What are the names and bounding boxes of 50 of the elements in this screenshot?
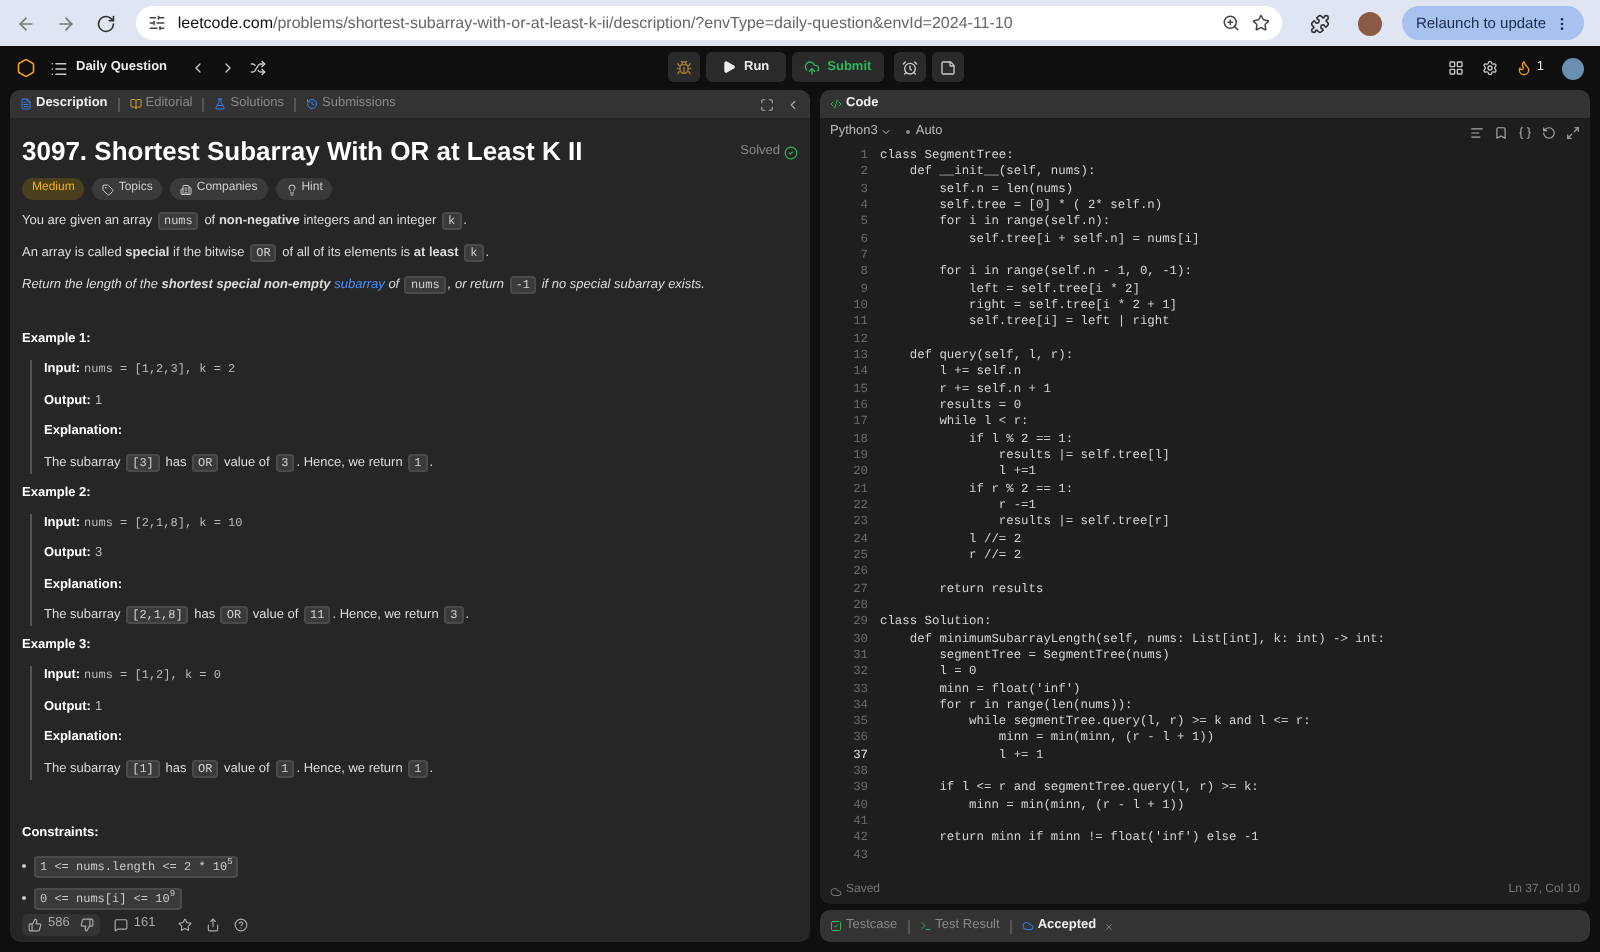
tab-icon (830, 920, 842, 932)
extensions-icon[interactable] (1310, 13, 1330, 33)
tab-icon (20, 98, 32, 110)
expand-icon[interactable] (1566, 125, 1580, 139)
bookmark-star-icon[interactable] (1252, 14, 1271, 32)
url-text: leetcode.com/problems/shortest-subarray-with-or-at-least-k-ii/description/?envType=daily-question&envId=2024-11-10 (177, 11, 1015, 35)
code-icon (830, 98, 842, 110)
braces-icon[interactable] (1518, 125, 1532, 139)
user-avatar[interactable] (1562, 57, 1584, 79)
alarm-icon (901, 59, 918, 75)
logo-icon[interactable] (16, 58, 36, 78)
zoom-icon[interactable] (1222, 14, 1241, 32)
profile-avatar[interactable] (1357, 11, 1382, 35)
cloud-icon (830, 885, 842, 897)
collapse-icon[interactable] (786, 97, 800, 111)
layout-icon[interactable] (1448, 60, 1465, 76)
tab-icon (1021, 920, 1034, 932)
thumbs-down-icon[interactable] (79, 917, 94, 931)
forward-icon[interactable] (55, 13, 76, 33)
debug-button[interactable] (668, 52, 700, 82)
notes-button[interactable] (931, 52, 964, 82)
bug-icon (676, 59, 692, 75)
timer-button[interactable] (893, 52, 926, 82)
thumbs-up-icon[interactable] (28, 917, 42, 931)
tab-icon (214, 98, 227, 110)
back-icon[interactable] (16, 13, 36, 33)
list-icon[interactable] (50, 59, 68, 77)
tab-icon (919, 920, 932, 932)
settings-icon[interactable] (1482, 60, 1499, 76)
note-icon (939, 59, 956, 75)
reload-icon[interactable] (95, 13, 116, 33)
bookmark-icon[interactable] (1494, 125, 1508, 139)
shuffle-icon[interactable] (249, 60, 266, 76)
chevron-down-icon (879, 126, 892, 138)
problem-title: 3097. Shortest Subarray With OR at Least K II (22, 136, 583, 168)
upload-icon (803, 59, 820, 75)
comment-icon[interactable] (113, 917, 128, 931)
check-icon (784, 145, 798, 159)
site-info-icon[interactable] (147, 14, 166, 32)
favorite-star-icon[interactable] (177, 917, 192, 931)
maximize-icon[interactable] (760, 97, 774, 111)
address-bar[interactable]: leetcode.com/problems/shortest-subarray-with-or-at-least-k-ii/description/?envType=daily-question&envId=2024-11-10 (135, 6, 1283, 40)
play-icon (722, 60, 736, 74)
reset-icon[interactable] (1542, 125, 1556, 139)
tab-icon (129, 98, 142, 110)
share-icon[interactable] (205, 917, 220, 931)
format-icon[interactable] (1470, 125, 1484, 139)
tab-icon (306, 98, 318, 110)
flame-icon[interactable] (1516, 60, 1533, 76)
help-icon[interactable] (233, 917, 248, 931)
